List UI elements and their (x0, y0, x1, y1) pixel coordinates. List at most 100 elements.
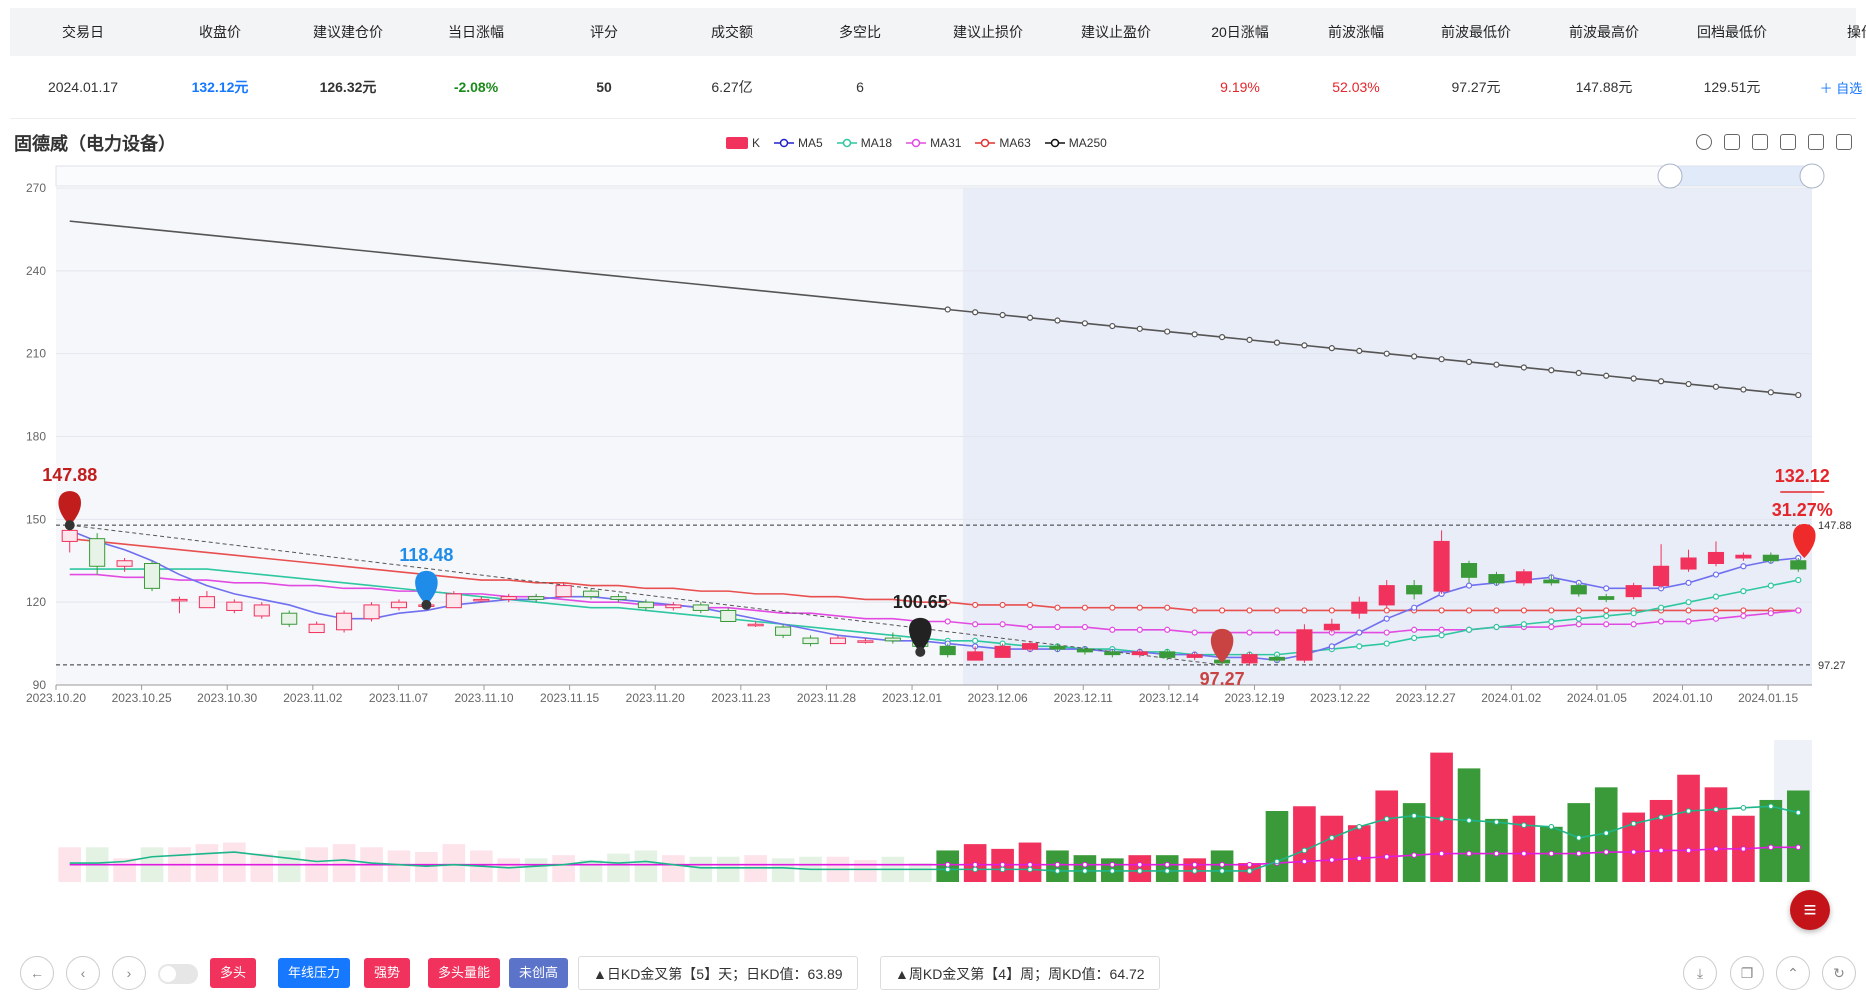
volume-bar (1759, 799, 1783, 882)
volume-ma2-line-point (1548, 823, 1555, 830)
back-button[interactable]: ← (20, 956, 54, 990)
ma250-line-point (1026, 314, 1034, 321)
candle (1598, 596, 1615, 600)
prev-button[interactable]: ‹ (66, 956, 100, 990)
ma250-line-point (1520, 364, 1528, 371)
volume-bar (524, 858, 548, 882)
toggle-switch[interactable] (158, 964, 198, 984)
ma250-line-point (1767, 389, 1774, 396)
candle (336, 612, 353, 631)
volume-ma-line-point (1356, 855, 1363, 862)
volume-ma-line-point (1219, 861, 1225, 868)
menu-fab[interactable]: ≡ (1790, 890, 1830, 930)
volume-ma-line (69, 846, 1799, 866)
ma250-line-point (1685, 380, 1692, 388)
candle (994, 645, 1011, 658)
volume-ma2-line (69, 805, 1799, 872)
ma63-line-point (1465, 607, 1473, 614)
volume-ma2-line-point (1054, 868, 1061, 874)
candle (1268, 656, 1286, 661)
ma63-line-point (1740, 607, 1747, 614)
ma250-line-point (1136, 325, 1143, 332)
volume-ma-line-point (999, 861, 1006, 868)
bottom-toolbar: ← ‹ › 多头 年线压力 强势 多头量能 未创高 ▲日KD金叉第【5】天；日K… (0, 956, 1866, 996)
candle (857, 640, 874, 643)
ma31-line-point (1712, 615, 1720, 622)
x-tick-label: 2024.01.10 (1652, 691, 1712, 705)
weekly-kd-info: ▲周KD金叉第【4】周；周KD值：64.72 (880, 956, 1160, 990)
download-button[interactable]: ⤓ (1683, 956, 1717, 990)
next-button[interactable]: › (112, 956, 146, 990)
volume-bar (1347, 825, 1371, 882)
scroll-top-button[interactable]: ⌃ (1776, 956, 1810, 990)
ma5-line-point (1712, 571, 1720, 578)
x-tick-label: 2023.11.28 (797, 691, 856, 705)
volume-ma-line-point (1685, 847, 1692, 854)
volume-ma-line-point (1191, 861, 1198, 868)
volume-ma2-line-point (1658, 814, 1664, 821)
volume-bar (552, 855, 575, 882)
candle (1460, 563, 1478, 578)
kline-chart[interactable]: 270 240 210 180 150 120 902023.10.20 2023.10.25… (0, 0, 1866, 950)
volume-ma-line-point (1740, 846, 1747, 852)
volume-ma-line-point (1521, 850, 1527, 857)
volume-bar (1293, 806, 1316, 882)
candle (1131, 651, 1148, 656)
ma31-line-point (1548, 623, 1555, 631)
ma250-line-point (1740, 386, 1747, 393)
candle (829, 637, 847, 645)
ma63-line-point (1218, 607, 1226, 614)
candle (582, 590, 600, 598)
y-tick-label: 90 (33, 678, 47, 692)
volume-ma-line-point (944, 861, 951, 868)
ma250-line-point (1575, 369, 1582, 377)
volume-bar (634, 850, 658, 882)
candle (445, 593, 462, 609)
x-tick-label: 2024.01.05 (1567, 691, 1627, 705)
refresh-button[interactable]: ↻ (1822, 956, 1856, 990)
datazoom-window (1670, 166, 1812, 186)
candle (1762, 554, 1779, 562)
ma250-line-point (1054, 317, 1061, 324)
y-tick-label: 270 (26, 181, 46, 195)
volume-ma2-line-point (1521, 822, 1527, 829)
ma31-line-point (1273, 629, 1281, 636)
ma250-line-point (1438, 356, 1445, 363)
tag-bull-volume: 多头量能 (428, 958, 501, 988)
candle (1707, 551, 1725, 565)
ma250-line-point (1411, 353, 1418, 360)
ma5-line-point (1685, 579, 1692, 586)
volume-ma2-line-point (1630, 820, 1637, 827)
copy-button[interactable]: ❐ (1730, 956, 1764, 990)
volume-ma2-line-point (1603, 830, 1610, 836)
candle (89, 538, 106, 567)
volume-ma2-line-point (1411, 812, 1417, 819)
menu-icon: ≡ (1803, 897, 1817, 922)
ma250-line-point (1356, 347, 1363, 355)
volume-ma-line-point (1164, 861, 1171, 868)
volume-ma-line-point (1246, 861, 1253, 868)
chevron-up-icon: ⌃ (1787, 964, 1799, 981)
volume-bar (689, 856, 713, 882)
volume-ma2-line-point (1219, 868, 1225, 874)
volume-ma2-line-point (1274, 858, 1280, 865)
last-pct-label: 31.27% (1772, 500, 1833, 520)
candle (308, 623, 325, 634)
ma63-line-point (1273, 607, 1281, 614)
ma63-line-point (1328, 607, 1335, 614)
ma63-line-point (1191, 607, 1198, 614)
ma63-line-point (1301, 607, 1308, 614)
arrow-left-icon: ← (30, 965, 44, 981)
volume-ma2-line-point (1027, 866, 1033, 873)
candle (775, 626, 792, 636)
volume-bar (1320, 815, 1344, 882)
volume-bar (1649, 799, 1673, 882)
low-marker-label: 97.27 (1200, 669, 1245, 689)
ref-line-label: 147.88 (1818, 520, 1852, 532)
daily-kd-info: ▲日KD金叉第【5】天；日KD值：63.89 (578, 956, 858, 990)
ma250-line-point (1301, 342, 1308, 349)
volume-bar (1265, 811, 1289, 882)
candle (1104, 651, 1121, 656)
ma31-line-point (1603, 621, 1610, 628)
ma63-line-point (1054, 604, 1061, 611)
